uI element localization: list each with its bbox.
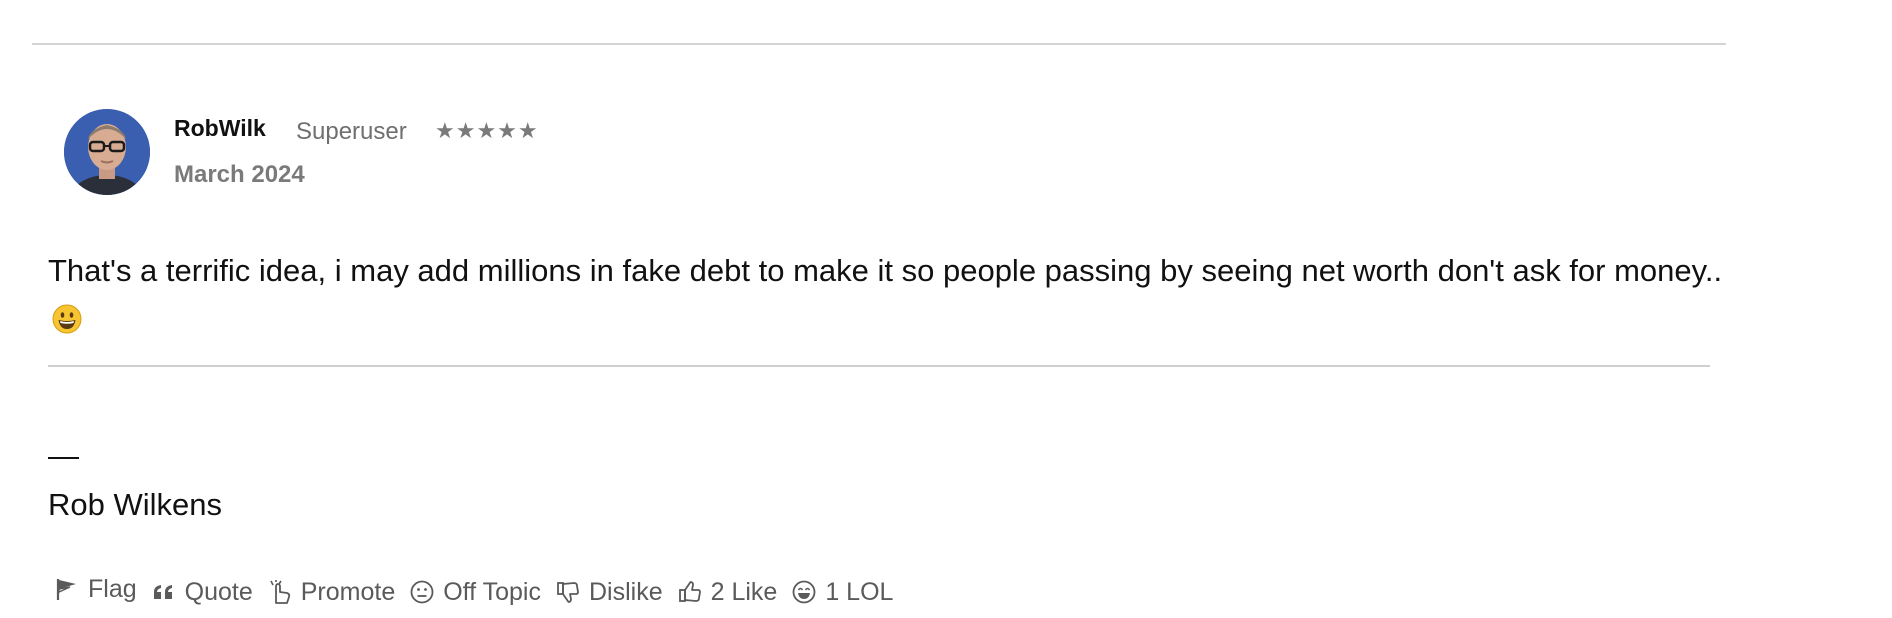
dislike-button[interactable]: Dislike <box>555 578 663 607</box>
author-name[interactable]: RobWilk <box>174 115 266 142</box>
off-topic-button[interactable]: Off Topic <box>409 578 541 607</box>
promote-label: Promote <box>300 577 396 606</box>
like-button[interactable]: 2 Like <box>677 577 778 607</box>
comment-text: That's a terrific idea, i may add millio… <box>48 253 1723 288</box>
comment-body: That's a terrific idea, i may add millio… <box>48 246 1748 344</box>
grinning-face-emoji-icon <box>52 304 82 334</box>
off-topic-label: Off Topic <box>443 577 541 606</box>
signature-dash: — <box>48 438 79 473</box>
avatar[interactable] <box>64 109 150 195</box>
flag-label: Flag <box>88 574 137 603</box>
quote-button[interactable]: Quote <box>151 578 253 607</box>
promote-icon <box>270 580 290 604</box>
like-label: 2 Like <box>710 577 778 606</box>
thumbs-up-icon <box>678 581 701 602</box>
comment: RobWilk Superuser ★★★★★ March 2024 That'… <box>0 0 1892 618</box>
flag-button[interactable]: Flag <box>54 575 137 604</box>
thumbs-down-icon <box>557 582 579 603</box>
signature-name: Rob Wilkens <box>48 487 222 522</box>
signature-divider <box>48 365 1710 367</box>
lol-icon <box>792 580 816 604</box>
avatar-portrait-icon <box>64 109 150 195</box>
flag-icon <box>56 579 76 600</box>
comment-date[interactable]: March 2024 <box>174 161 305 189</box>
promote-button[interactable]: Promote <box>267 578 395 607</box>
dislike-label: Dislike <box>588 577 663 606</box>
lol-label: 1 LOL <box>825 577 894 606</box>
author-rank-stars: ★★★★★ <box>435 118 539 143</box>
reaction-bar: Flag Quote Promote Off Topic Dislike 2 L… <box>54 572 907 612</box>
quote-label: Quote <box>184 577 253 606</box>
quote-icon <box>153 585 172 599</box>
author-rank: Superuser <box>296 118 407 145</box>
lol-button[interactable]: 1 LOL <box>791 578 893 607</box>
off-topic-icon <box>410 580 434 604</box>
